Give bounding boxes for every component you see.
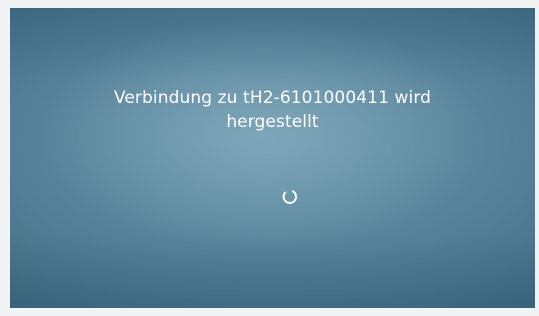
loading-spinner-icon — [282, 190, 297, 204]
connection-message-line1: Verbindung zu tH2-6101000411 wird — [113, 88, 432, 108]
connection-screen: Verbindung zu tH2-6101000411 wird herges… — [10, 8, 535, 308]
connection-message: Verbindung zu tH2-6101000411 wird herges… — [10, 86, 535, 134]
connection-message-line2: hergestellt — [226, 112, 319, 132]
photo-frame: Verbindung zu tH2-6101000411 wird herges… — [0, 0, 539, 316]
